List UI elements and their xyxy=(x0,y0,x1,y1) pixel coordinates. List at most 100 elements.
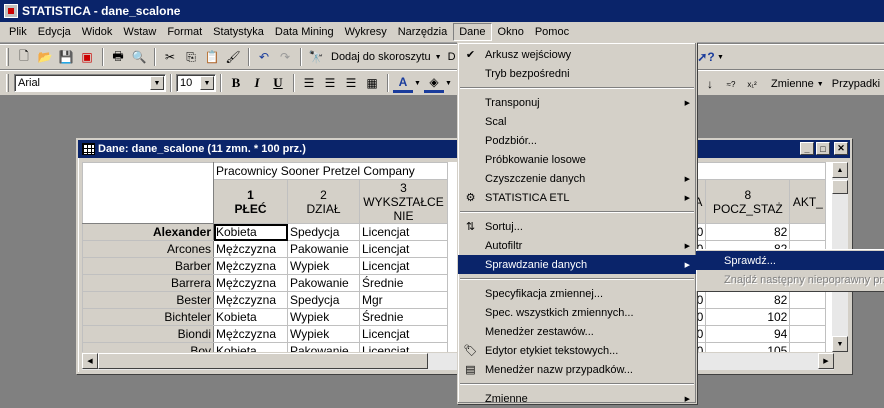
cell-education[interactable]: Średnie xyxy=(359,274,448,292)
table-row[interactable]: Bester Mężczyzna Spedycja Mgr 00 82 xyxy=(82,291,827,309)
table-row[interactable]: Bichteler Kobieta Wypiek Średnie 00 102 xyxy=(82,308,827,326)
cell-gender[interactable]: Mężczyzna xyxy=(213,257,288,275)
menu-item[interactable]: ✔ Arkusz wejściowy xyxy=(458,45,696,64)
scroll-up-icon[interactable]: ▲ xyxy=(832,162,848,178)
menu-item[interactable]: Czyszczenie danych ▶ xyxy=(458,169,696,188)
scroll-down-icon[interactable]: ▼ xyxy=(832,336,848,352)
align-left-icon[interactable]: ☰ xyxy=(299,73,319,93)
row-header[interactable]: Barber xyxy=(82,257,214,275)
cell-akt[interactable] xyxy=(789,325,827,343)
menu-item[interactable]: Tryb bezpośredni xyxy=(458,64,696,83)
menu-item[interactable]: Podzbiór... xyxy=(458,131,696,150)
cell-education[interactable]: Średnie xyxy=(359,308,448,326)
variables-dropdown-icon[interactable]: ▼ xyxy=(817,81,824,88)
menu-item[interactable]: Menedżer zestawów... xyxy=(458,322,696,341)
menu-narzędzia[interactable]: Narzędzia xyxy=(393,24,453,40)
cut-icon[interactable]: ✂ xyxy=(160,47,180,67)
cell-department[interactable]: Wypiek xyxy=(287,308,360,326)
column-header[interactable]: 8 POCZ_STAŻ xyxy=(705,179,791,224)
chevron-down-icon[interactable]: ▼ xyxy=(150,76,164,90)
cell-department[interactable]: Wypiek xyxy=(287,257,360,275)
menu-item[interactable]: ⇅ Sortuj... xyxy=(458,217,696,236)
bold-button[interactable]: B xyxy=(226,73,246,93)
corner-cell[interactable] xyxy=(82,162,214,224)
align-right-icon[interactable]: ☰ xyxy=(341,73,361,93)
cell-start-salary[interactable]: 82 xyxy=(705,223,791,241)
cell-start-salary[interactable]: 102 xyxy=(705,308,791,326)
menu-item[interactable]: Specyfikacja zmiennej... xyxy=(458,284,696,303)
cell-gender[interactable]: Kobieta xyxy=(213,223,288,241)
row-header[interactable]: Alexander xyxy=(82,223,214,241)
cell-education[interactable]: Licencjat xyxy=(359,257,448,275)
menu-plik[interactable]: Plik xyxy=(4,24,32,40)
menu-item[interactable]: 🏷 Edytor etykiet tekstowych... xyxy=(458,341,696,360)
cell-akt[interactable] xyxy=(789,223,827,241)
cell-gender[interactable]: Mężczyzna xyxy=(213,274,288,292)
menu-item[interactable]: Próbkowanie losowe xyxy=(458,150,696,169)
menu-item[interactable]: Zmienne ▶ xyxy=(458,389,696,408)
cell-department[interactable]: Spedycja xyxy=(287,223,360,241)
cell-start-salary[interactable]: 82 xyxy=(705,291,791,309)
cell-akt[interactable] xyxy=(789,342,827,352)
table-row[interactable]: Boy Kobieta Pakowanie Licencjat 00 105 xyxy=(82,342,827,352)
menu-item[interactable]: Scal xyxy=(458,112,696,131)
save-icon[interactable]: 💾 xyxy=(56,47,76,67)
cell-department[interactable]: Pakowanie xyxy=(287,274,360,292)
open-folder-icon[interactable]: 📂 xyxy=(35,47,55,67)
paste-icon[interactable]: 📋 xyxy=(202,47,222,67)
align-center-icon[interactable]: ☰ xyxy=(320,73,340,93)
menu-item[interactable]: ▤ Menedżer nazw przypadków... xyxy=(458,360,696,379)
formula-icon[interactable]: x₁² xyxy=(742,74,762,94)
menu-wykresy[interactable]: Wykresy xyxy=(340,24,392,40)
menu-item[interactable]: Sprawdzanie danych ▶ xyxy=(458,255,696,274)
variables-menu-button[interactable]: Zmienne xyxy=(771,78,814,90)
column-header[interactable]: 2 DZIAŁ xyxy=(287,179,360,224)
italic-button[interactable]: I xyxy=(247,73,267,93)
menu-data-mining[interactable]: Data Mining xyxy=(270,24,339,40)
cell-akt[interactable] xyxy=(789,308,827,326)
table-row[interactable]: Biondi Mężczyzna Wypiek Licencjat 00 94 xyxy=(82,325,827,343)
scroll-hthumb[interactable] xyxy=(98,353,428,369)
undo-icon[interactable]: ↶ xyxy=(254,47,274,67)
fill-color-icon[interactable]: ◈ xyxy=(423,73,444,93)
menu-okno[interactable]: Okno xyxy=(493,24,529,40)
cell-akt[interactable] xyxy=(789,291,827,309)
cell-start-salary[interactable]: 94 xyxy=(705,325,791,343)
chevron-down-icon[interactable]: ▼ xyxy=(200,76,214,90)
binoculars-icon[interactable]: 🔭 xyxy=(306,47,326,67)
menu-widok[interactable]: Widok xyxy=(77,24,118,40)
cell-education[interactable]: Licencjat xyxy=(359,240,448,258)
check-menu-item[interactable]: Sprawdź... xyxy=(696,251,884,270)
cell-gender[interactable]: Kobieta xyxy=(213,342,288,352)
cell-gender[interactable]: Mężczyzna xyxy=(213,325,288,343)
format-painter-icon[interactable]: 🖌 xyxy=(223,47,243,67)
menu-wstaw[interactable]: Wstaw xyxy=(118,24,161,40)
down-arrow-icon[interactable]: ↓ xyxy=(700,74,720,94)
add-to-workbook-dropdown-icon[interactable]: ▼ xyxy=(435,54,442,61)
scroll-thumb[interactable] xyxy=(832,180,848,194)
print-preview-icon[interactable]: 🔍 xyxy=(129,47,149,67)
underline-button[interactable]: U xyxy=(268,73,288,93)
cell-department[interactable]: Spedycja xyxy=(287,291,360,309)
row-header[interactable]: Biondi xyxy=(82,325,214,343)
cell-department[interactable]: Pakowanie xyxy=(287,240,360,258)
help-pointer-icon[interactable]: ➚? xyxy=(696,47,716,67)
font-color-icon[interactable]: A xyxy=(393,73,413,93)
close-icon[interactable]: ✕ xyxy=(834,142,848,155)
row-header[interactable]: Bichteler xyxy=(82,308,214,326)
font-color-dropdown-icon[interactable]: ▼ xyxy=(414,80,421,87)
menu-dane[interactable]: Dane xyxy=(453,23,492,41)
table-row[interactable]: Alexander Kobieta Spedycja Licencjat 00 … xyxy=(82,223,827,241)
vars-equals-icon[interactable]: ≈? xyxy=(721,74,741,94)
redo-icon[interactable]: ↷ xyxy=(275,47,295,67)
help-dropdown-icon[interactable]: ▼ xyxy=(717,54,724,61)
cell-department[interactable]: Wypiek xyxy=(287,325,360,343)
menu-item[interactable]: ⚙ STATISTICA ETL ▶ xyxy=(458,188,696,207)
menu-item[interactable]: Autofiltr ▶ xyxy=(458,236,696,255)
cell-start-salary[interactable]: 105 xyxy=(705,342,791,352)
scroll-right-icon[interactable]: ▶ xyxy=(818,353,834,369)
menu-item[interactable]: Transponuj ▶ xyxy=(458,93,696,112)
cell-education[interactable]: Licencjat xyxy=(359,342,448,352)
cell-education[interactable]: Licencjat xyxy=(359,325,448,343)
cell-education[interactable]: Licencjat xyxy=(359,223,448,241)
